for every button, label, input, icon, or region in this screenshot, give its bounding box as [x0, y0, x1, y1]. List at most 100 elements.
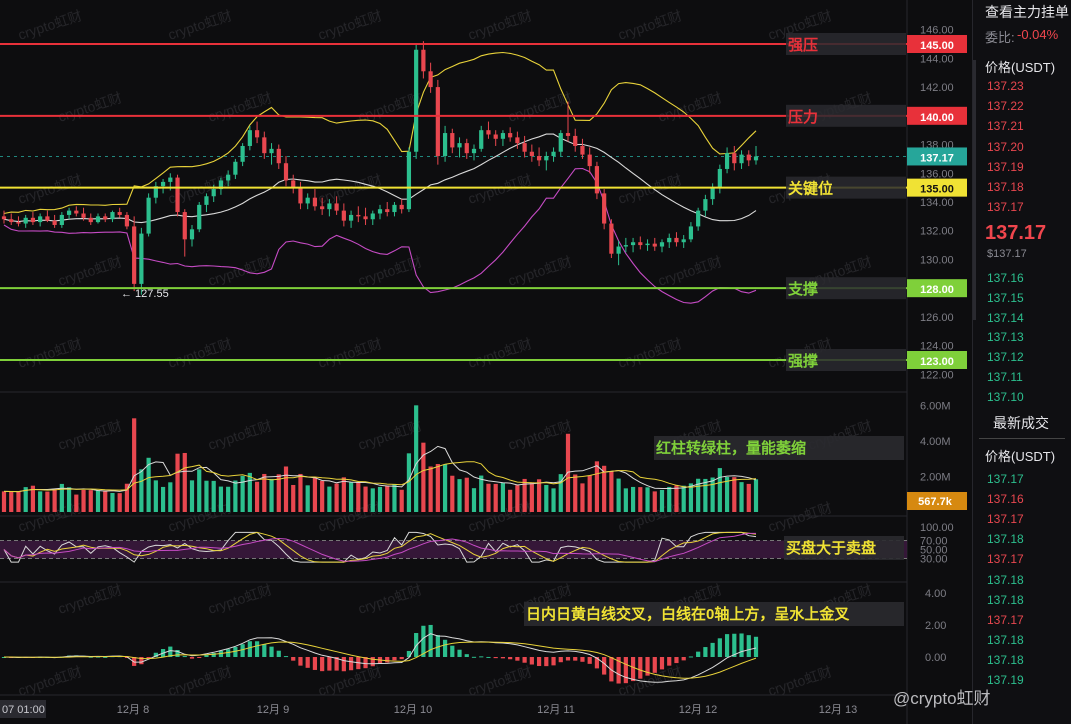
volume-bar [103, 490, 108, 512]
volume-bar [291, 484, 296, 512]
volume-bar [16, 491, 21, 512]
scrollbar[interactable] [973, 60, 976, 320]
candle-body [450, 133, 455, 148]
macd-bar [630, 657, 636, 682]
macd-bar [421, 625, 426, 657]
volume-bar [74, 494, 79, 512]
bid-row[interactable]: 137.13 [987, 330, 1024, 344]
volume-bar [218, 486, 224, 512]
trading-chart[interactable]: crypto虹财 crypto虹财 crypto虹财 crypto虹财 crypto虹财… [0, 0, 972, 724]
volume-bar [529, 482, 534, 512]
macd-bar [652, 657, 657, 673]
ask-row[interactable]: 137.18 [987, 180, 1024, 194]
candle-body [428, 71, 433, 88]
volume-bar [435, 464, 440, 512]
macd-bar [500, 657, 506, 659]
trade-row[interactable]: 137.17 [987, 552, 1024, 566]
macd-tick: 0.00 [925, 652, 946, 664]
volume-bar [168, 482, 173, 512]
candle-body [609, 223, 614, 254]
candle-body [573, 135, 578, 146]
time-label: 12月 10 [394, 704, 433, 716]
trade-row[interactable]: 137.18 [987, 532, 1024, 546]
volume-tick: 4.00M [920, 436, 951, 448]
candle-body [189, 229, 195, 240]
volume-bar [638, 487, 643, 512]
volume-bar [348, 482, 354, 512]
volume-bar [132, 418, 137, 512]
macd-bar [486, 656, 491, 658]
candle-body [630, 242, 636, 246]
trade-row[interactable]: 137.17 [987, 512, 1024, 526]
candle-body [594, 166, 600, 194]
bid-row[interactable]: 137.10 [987, 390, 1024, 404]
volume-bar [9, 491, 14, 512]
volume-bar [276, 474, 281, 512]
candle-body [732, 153, 737, 164]
price-tick: 126.00 [920, 312, 954, 324]
ask-row[interactable]: 137.17 [987, 200, 1024, 214]
volume-bar [479, 475, 484, 512]
macd-bar [312, 657, 318, 670]
bid-row[interactable]: 137.12 [987, 350, 1024, 364]
volume-bar [269, 478, 274, 512]
order-book-title[interactable]: 查看主力挂单 [985, 2, 1069, 22]
trade-row[interactable]: 137.18 [987, 653, 1024, 667]
bid-row[interactable]: 137.14 [987, 311, 1024, 325]
ratio-value: -0.04% [1017, 27, 1059, 42]
trade-row[interactable]: 137.18 [987, 573, 1024, 587]
volume-bar [674, 485, 679, 512]
trade-row[interactable]: 137.18 [987, 633, 1024, 647]
trade-row[interactable]: 137.17 [987, 613, 1024, 627]
volume-bar [681, 485, 686, 512]
candle-body [81, 213, 86, 218]
ask-row[interactable]: 137.22 [987, 99, 1024, 113]
candle [414, 44, 419, 159]
candle [609, 219, 614, 259]
macd-tick: 4.00 [925, 588, 946, 600]
candle-body [414, 49, 419, 152]
macd-bar [370, 657, 375, 667]
bid-row[interactable]: 137.15 [987, 291, 1024, 305]
trade-row[interactable]: 137.17 [987, 472, 1024, 486]
bid-row[interactable]: 137.11 [987, 370, 1023, 384]
macd-bar [211, 653, 216, 657]
macd-bar [746, 635, 751, 657]
annotation-volume: 红柱转绿柱，量能萎缩 [656, 439, 806, 457]
macd-bar [493, 657, 498, 659]
candle-body [298, 187, 303, 204]
trades-price-header: 价格(USDT) [985, 449, 1056, 464]
macd-bar [291, 657, 296, 661]
candle-body [522, 143, 527, 152]
macd-bar [544, 657, 549, 667]
ask-row[interactable]: 137.21 [987, 119, 1024, 133]
candle-body [493, 134, 498, 139]
bid-row[interactable]: 137.16 [987, 271, 1024, 285]
macd-bar [189, 657, 195, 659]
macd-bar [442, 639, 448, 657]
time-label: 12月 11 [537, 704, 575, 716]
candle-body [544, 156, 549, 161]
ask-row[interactable]: 137.20 [987, 140, 1024, 154]
volume-bar [551, 488, 556, 512]
macd-bar [269, 646, 274, 657]
annotation-macd: 日内日黄白线交叉，白线在0轴上方，呈水上金叉 [526, 605, 850, 623]
volume-bar [500, 482, 506, 512]
ask-row[interactable]: 137.23 [987, 79, 1024, 93]
candle-body [233, 161, 238, 175]
volume-tick: 6.00M [920, 400, 951, 412]
trade-row[interactable]: 137.18 [987, 593, 1024, 607]
macd-bar [399, 657, 404, 660]
candle-body [334, 203, 339, 211]
candle-body [667, 237, 672, 243]
macd-bar [659, 657, 665, 670]
volume-bar [45, 491, 50, 512]
ask-row[interactable]: 137.19 [987, 160, 1024, 174]
trade-row[interactable]: 137.19 [987, 673, 1024, 687]
trades-header[interactable]: 最新成交 [993, 413, 1049, 433]
trade-row[interactable]: 137.16 [987, 492, 1024, 506]
candle-body [739, 154, 744, 164]
volume-bar [298, 473, 303, 512]
volume-bar [312, 477, 318, 512]
candle-body [312, 197, 318, 207]
